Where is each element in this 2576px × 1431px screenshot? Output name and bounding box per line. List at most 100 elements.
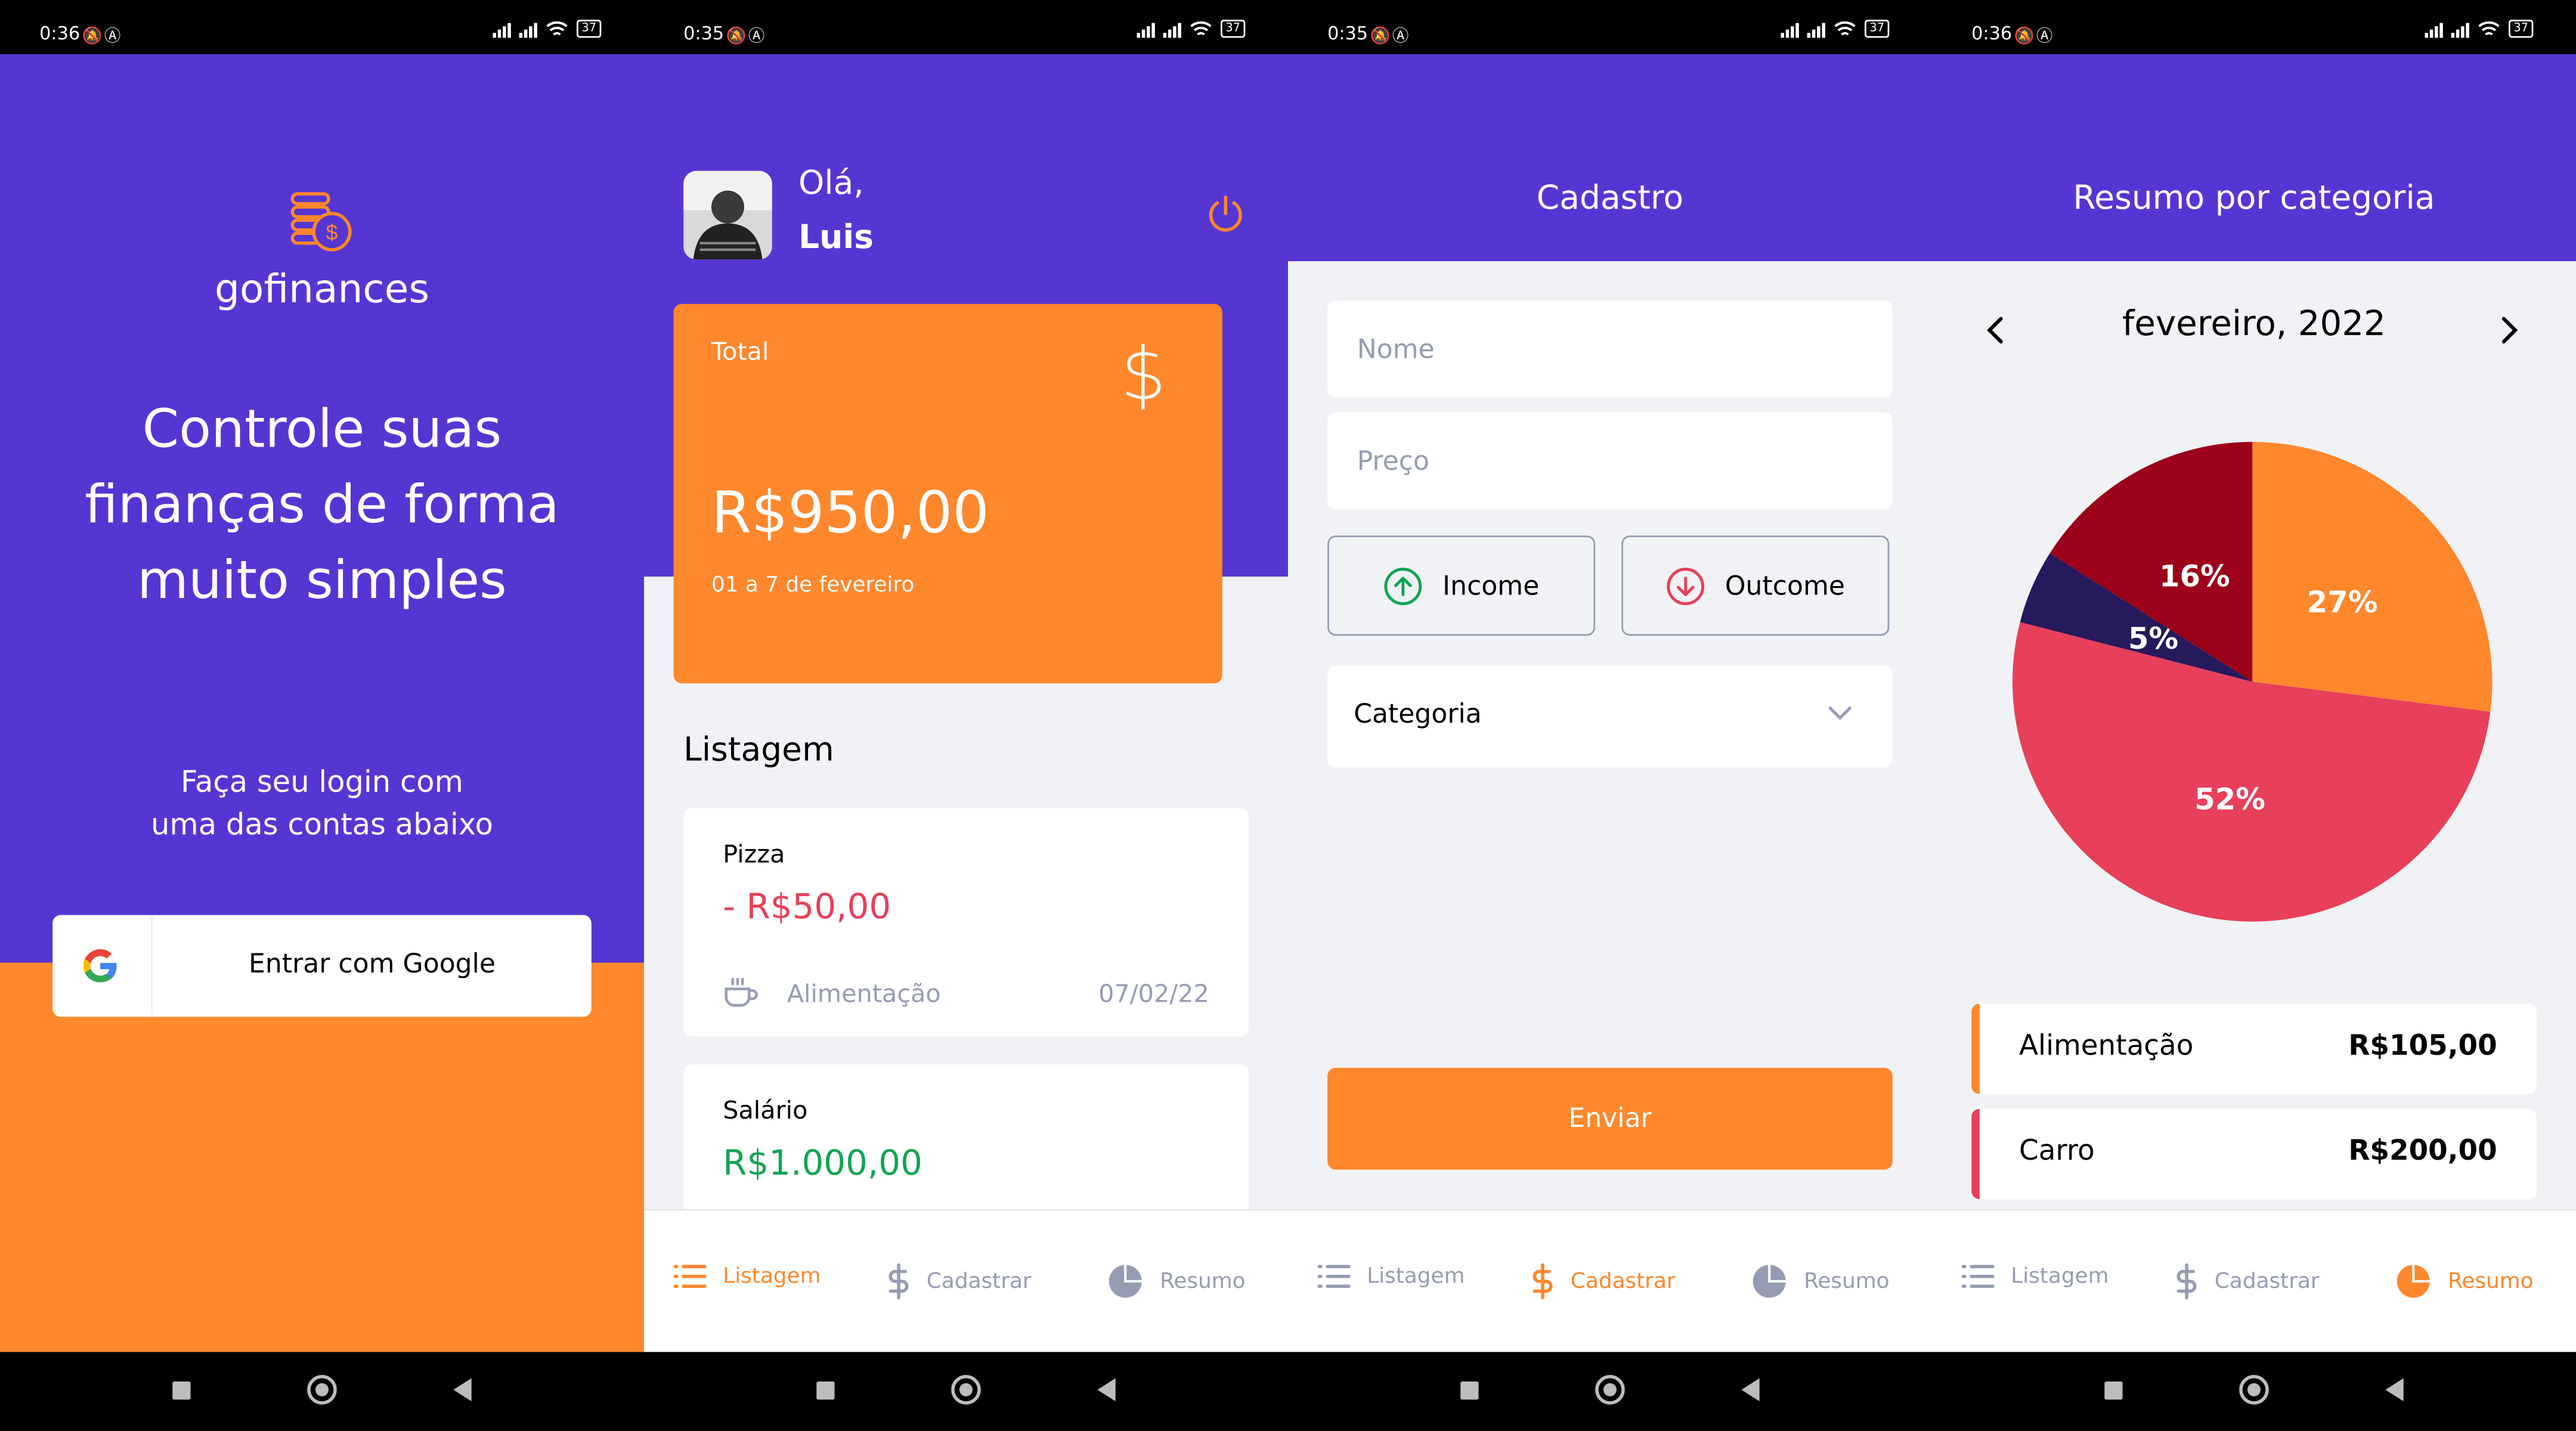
- battery-icon: 37: [577, 20, 602, 38]
- tab-listagem[interactable]: Listagem: [1317, 1263, 1465, 1290]
- user-name: Luis: [798, 216, 874, 256]
- dollar-sign-icon: [1532, 1263, 1553, 1300]
- tab-resumo[interactable]: Resumo: [1107, 1263, 1246, 1300]
- google-signin-label: Entrar com Google: [249, 947, 496, 980]
- signal-icon: [1137, 20, 1156, 37]
- signin-headline: Controle suas finanças de forma muito si…: [0, 391, 644, 618]
- name-input[interactable]: [1327, 301, 1893, 398]
- income-button[interactable]: Income: [1327, 535, 1596, 636]
- system-nav-bar: [1931, 1352, 2576, 1431]
- home-icon[interactable]: [1595, 1375, 1625, 1405]
- back-icon[interactable]: [1097, 1378, 1116, 1402]
- tab-resumo[interactable]: Resumo: [1751, 1263, 1890, 1300]
- category-color-bar: [1971, 1108, 1980, 1200]
- month-label: fevereiro, 2022: [2122, 303, 2386, 343]
- category-name: Alimentação: [2019, 1030, 2194, 1063]
- tab-listagem[interactable]: Listagem: [1961, 1263, 2109, 1290]
- recents-icon[interactable]: [2104, 1382, 2123, 1400]
- tab-label: Listagem: [1367, 1264, 1465, 1289]
- headline-line: finanças de forma: [85, 473, 559, 536]
- total-amount: R$950,00: [711, 481, 989, 547]
- back-icon[interactable]: [1741, 1378, 1760, 1402]
- home-icon[interactable]: [951, 1375, 981, 1405]
- transaction-title: Pizza: [723, 839, 785, 869]
- price-input[interactable]: [1327, 412, 1893, 510]
- back-icon[interactable]: [2385, 1378, 2404, 1402]
- battery-icon: 37: [1221, 20, 1246, 38]
- category-pie-chart: 27%52%5%16%: [2012, 442, 2493, 922]
- transaction-card[interactable]: Pizza - R$50,00 Alimentação 07/02/22: [683, 808, 1249, 1037]
- home-icon[interactable]: [2239, 1375, 2269, 1405]
- tab-cadastrar[interactable]: Cadastrar: [887, 1263, 1032, 1300]
- system-icons: 37: [2425, 20, 2534, 38]
- status-time: 0:36: [39, 23, 80, 45]
- home-icon[interactable]: [307, 1375, 337, 1405]
- resume-screen: 0:36 🔕Ⓐ 37 Resumo por categoria fevereir…: [1931, 0, 2576, 1431]
- list-title: Listagem: [683, 729, 834, 769]
- outcome-button[interactable]: Outcome: [1621, 535, 1890, 636]
- status-time: 0:36: [1971, 23, 2012, 45]
- battery-icon: 37: [1865, 20, 1890, 38]
- subtitle-line: Faça seu login com: [181, 765, 463, 800]
- signin-subtitle: Faça seu login com uma das contas abaixo: [0, 762, 644, 847]
- tab-bar: Listagem Cadastrar Resumo: [1288, 1209, 1932, 1354]
- headline-line: muito simples: [137, 549, 507, 611]
- transaction-amount: - R$50,00: [723, 887, 891, 927]
- transaction-amount: R$1.000,00: [723, 1143, 922, 1183]
- income-label: Income: [1442, 570, 1540, 602]
- pie-chart-icon: [1753, 1265, 1786, 1298]
- arrow-up-circle-icon: [1384, 566, 1422, 605]
- wifi-icon: [546, 21, 568, 36]
- pie-chart-icon: [1109, 1265, 1142, 1298]
- tab-cadastrar[interactable]: Cadastrar: [1531, 1263, 1676, 1300]
- category-card: Carro R$200,00: [1971, 1108, 2537, 1200]
- category-select[interactable]: Categoria: [1327, 665, 1893, 767]
- transaction-date: 07/02/22: [1098, 979, 1209, 1009]
- status-time: 0:35: [683, 23, 724, 45]
- system-nav-bar: [644, 1352, 1288, 1431]
- price-field: [1327, 412, 1893, 510]
- name-field: [1327, 301, 1893, 398]
- tab-label: Resumo: [2448, 1269, 2534, 1294]
- battery-icon: 37: [2509, 20, 2534, 38]
- system-nav-bar: [1288, 1352, 1932, 1431]
- signal-icon: [493, 20, 512, 37]
- subtitle-line: uma das contas abaixo: [150, 808, 494, 843]
- category-name: Carro: [2019, 1135, 2095, 1168]
- category-amount: R$105,00: [2348, 1030, 2497, 1063]
- total-card-title: Total: [711, 336, 769, 367]
- pie-slice-label: 27%: [2307, 585, 2378, 620]
- pie-slice-label: 16%: [2159, 559, 2230, 594]
- signal-icon: [1163, 20, 1182, 37]
- notification-icons: 🔕Ⓐ: [82, 27, 123, 47]
- outcome-label: Outcome: [1724, 570, 1846, 602]
- coins-logo-icon: $: [290, 192, 352, 252]
- status-bar: 0:35 🔕Ⓐ 37: [1288, 0, 1932, 54]
- status-time: 0:35: [1327, 23, 1368, 45]
- tab-bar: Listagem Cadastrar Resumo: [644, 1209, 1288, 1354]
- back-icon[interactable]: [453, 1378, 472, 1402]
- recents-icon[interactable]: [172, 1382, 191, 1400]
- svg-text:$: $: [326, 221, 338, 244]
- avatar: [683, 171, 772, 260]
- chevron-down-icon: [1828, 706, 1852, 720]
- tab-cadastrar[interactable]: Cadastrar: [2175, 1263, 2320, 1300]
- total-card: Total $ R$950,00 01 a 7 de fevereiro: [673, 303, 1222, 684]
- recents-icon[interactable]: [816, 1382, 835, 1400]
- user-photo-icon: [683, 171, 772, 260]
- recents-icon[interactable]: [1460, 1382, 1479, 1400]
- tab-bar: Listagem Cadastrar Resumo: [1931, 1209, 2576, 1354]
- tab-resumo[interactable]: Resumo: [2395, 1263, 2534, 1300]
- total-period: 01 a 7 de fevereiro: [711, 573, 915, 598]
- status-bar: 0:36 🔕Ⓐ 37: [1931, 0, 2576, 54]
- chevron-right-icon[interactable]: [2500, 315, 2520, 345]
- system-icons: 37: [1137, 20, 1246, 38]
- tab-listagem[interactable]: Listagem: [673, 1263, 821, 1290]
- power-icon[interactable]: [1204, 192, 1247, 235]
- submit-button[interactable]: Enviar: [1327, 1067, 1893, 1170]
- tab-label: Cadastrar: [926, 1269, 1032, 1294]
- google-signin-button[interactable]: Entrar com Google: [52, 915, 592, 1017]
- greeting: Olá,: [798, 162, 864, 202]
- wifi-icon: [2478, 21, 2500, 36]
- tab-label: Cadastrar: [2214, 1269, 2320, 1294]
